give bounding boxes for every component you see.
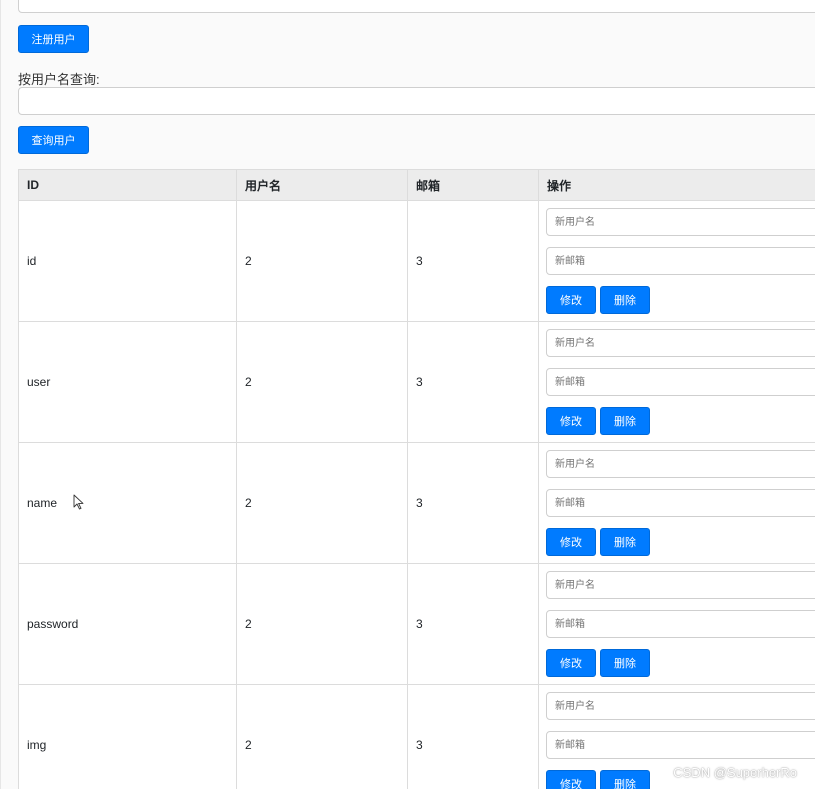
new-email-input[interactable]: [546, 610, 815, 638]
table-row: password 2 3 修改 删除: [18, 563, 815, 685]
user-table: ID 用户名 邮箱 操作 id 2 3 修改 删除 user 2: [18, 169, 815, 789]
edit-button[interactable]: 修改: [546, 528, 596, 556]
cell-id: user: [18, 321, 237, 443]
cell-username: 2: [236, 321, 408, 443]
new-username-input[interactable]: [546, 692, 815, 720]
page: 注册用户 按用户名查询: 查询用户 ID 用户名 邮箱 操作 id 2 3 新用…: [0, 0, 815, 789]
username-search-input[interactable]: [18, 87, 815, 115]
new-email-input[interactable]: [546, 489, 815, 517]
cell-email: 3: [407, 200, 539, 322]
new-email-input[interactable]: [546, 368, 815, 396]
delete-button[interactable]: 删除: [600, 407, 650, 435]
column-header-actions: 操作: [538, 169, 815, 201]
register-user-button[interactable]: 注册用户: [18, 25, 89, 53]
cell-id: name: [18, 442, 237, 564]
new-username-input[interactable]: [546, 450, 815, 478]
cell-id: id: [18, 200, 237, 322]
new-username-input[interactable]: [546, 208, 815, 236]
table-row: user 2 3 修改 删除: [18, 321, 815, 443]
cell-id: password: [18, 563, 237, 685]
edit-button[interactable]: 修改: [546, 286, 596, 314]
delete-button[interactable]: 删除: [600, 770, 650, 789]
new-email-input[interactable]: [546, 731, 815, 759]
watermark: CSDN @SuperherRo: [673, 765, 797, 780]
delete-button[interactable]: 删除: [600, 649, 650, 677]
cell-actions: 修改 删除: [538, 442, 815, 564]
left-divider: [0, 0, 1, 789]
cell-username: 2: [236, 442, 408, 564]
new-username-input[interactable]: [546, 329, 815, 357]
cell-username: 2: [236, 200, 408, 322]
new-username-input[interactable]: [546, 571, 815, 599]
column-header-id: ID: [18, 169, 237, 201]
cell-email: 3: [407, 321, 539, 443]
cell-email: 3: [407, 684, 539, 789]
delete-button[interactable]: 删除: [600, 528, 650, 556]
edit-button[interactable]: 修改: [546, 407, 596, 435]
delete-button[interactable]: 删除: [600, 286, 650, 314]
new-email-input[interactable]: [546, 247, 815, 275]
cell-email: 3: [407, 563, 539, 685]
cell-username: 2: [236, 563, 408, 685]
column-header-username: 用户名: [236, 169, 408, 201]
table-header-row: ID 用户名 邮箱 操作: [18, 169, 815, 201]
edit-button[interactable]: 修改: [546, 770, 596, 789]
mouse-pointer-icon: [73, 494, 84, 510]
table-row: id 2 3 修改 删除: [18, 200, 815, 322]
cell-id: img: [18, 684, 237, 789]
register-input[interactable]: [18, 0, 815, 13]
cell-email: 3: [407, 442, 539, 564]
cell-username: 2: [236, 684, 408, 789]
table-row: name 2 3 修改 删除: [18, 442, 815, 564]
cell-actions: 修改 删除: [538, 563, 815, 685]
query-user-button[interactable]: 查询用户: [18, 126, 89, 154]
column-header-email: 邮箱: [407, 169, 539, 201]
query-label: 按用户名查询:: [18, 72, 100, 87]
cell-actions: 修改 删除: [538, 200, 815, 322]
edit-button[interactable]: 修改: [546, 649, 596, 677]
cell-actions: 修改 删除: [538, 321, 815, 443]
